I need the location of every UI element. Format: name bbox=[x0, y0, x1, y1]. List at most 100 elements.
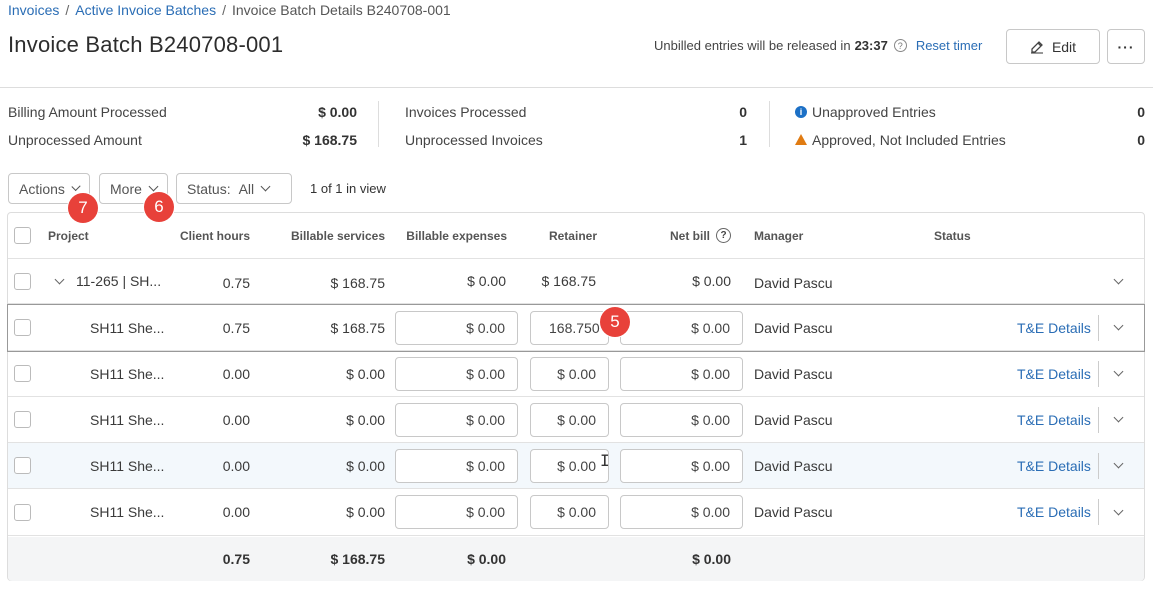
annotation-badge: 6 bbox=[144, 192, 174, 222]
total-billable-expenses: $ 0.00 bbox=[467, 551, 506, 567]
status-filter[interactable]: Status: All bbox=[176, 173, 292, 204]
billable-expenses-input[interactable]: $ 0.00 bbox=[395, 357, 518, 391]
tne-details-link[interactable]: T&E Details bbox=[1017, 489, 1091, 535]
more-options-button[interactable]: ··· bbox=[1107, 29, 1145, 64]
row-checkbox[interactable] bbox=[14, 319, 31, 336]
net-bill-input[interactable]: $ 0.00 bbox=[620, 357, 743, 391]
group-manager: David Pascu bbox=[754, 275, 833, 291]
help-icon[interactable]: ? bbox=[893, 39, 907, 52]
edit-button-label: Edit bbox=[1051, 38, 1077, 55]
tne-details-link[interactable]: T&E Details bbox=[1017, 305, 1091, 350]
status-filter-label: Status: bbox=[187, 180, 231, 197]
breadcrumb-invoices-link[interactable]: Invoices bbox=[8, 2, 59, 18]
expand-row-button[interactable] bbox=[1113, 305, 1124, 350]
summary-divider bbox=[378, 101, 379, 147]
select-all-checkbox[interactable] bbox=[14, 227, 31, 244]
summary-label: Unprocessed Amount bbox=[8, 132, 142, 148]
collapse-toggle[interactable] bbox=[54, 259, 65, 303]
chevron-down-icon bbox=[71, 181, 81, 192]
header-status[interactable]: Status bbox=[934, 213, 971, 258]
table-row[interactable]: SH11 She... 0.75 $ 168.75 $ 0.00 168.750… bbox=[7, 304, 1145, 352]
edit-icon bbox=[1030, 40, 1043, 54]
total-billable-services: $ 168.75 bbox=[330, 551, 386, 567]
tne-details-link[interactable]: T&E Details bbox=[1017, 443, 1091, 488]
row-checkbox[interactable] bbox=[14, 411, 31, 428]
expand-row-button[interactable] bbox=[1113, 351, 1124, 396]
row-divider bbox=[1098, 315, 1099, 341]
row-checkbox[interactable] bbox=[14, 365, 31, 382]
summary-label-wrap: i Unapproved Entries bbox=[795, 104, 936, 120]
row-checkbox[interactable] bbox=[14, 457, 31, 474]
table-row[interactable]: SH11 She... 0.00 $ 0.00 $ 0.00 $ 0.00 $ … bbox=[8, 351, 1144, 397]
table-totals-row: 0.75 $ 168.75 $ 0.00 $ 0.00 bbox=[8, 537, 1144, 581]
row-client-hours: 0.00 bbox=[222, 504, 250, 520]
net-bill-input[interactable]: $ 0.00 bbox=[620, 449, 743, 483]
header-divider bbox=[0, 87, 1153, 88]
retainer-input[interactable]: $ 0.00 bbox=[530, 403, 609, 437]
expand-row-button[interactable] bbox=[1113, 443, 1124, 488]
header-manager[interactable]: Manager bbox=[754, 213, 803, 258]
row-checkbox[interactable] bbox=[14, 503, 31, 521]
more-label: More bbox=[110, 180, 142, 197]
row-checkbox-cell bbox=[14, 259, 31, 303]
group-retainer: $ 168.75 bbox=[541, 273, 597, 289]
row-divider bbox=[1098, 499, 1099, 525]
warning-icon bbox=[795, 133, 807, 145]
row-billable-services: $ 0.00 bbox=[346, 411, 385, 428]
net-bill-input[interactable]: $ 0.00 bbox=[620, 403, 743, 437]
summary-row: Billing Amount Processed $ 0.00 bbox=[8, 98, 357, 126]
actions-label: Actions bbox=[19, 180, 65, 197]
breadcrumb-active-batches-link[interactable]: Active Invoice Batches bbox=[75, 2, 216, 18]
row-checkbox-cell bbox=[14, 305, 31, 350]
row-checkbox[interactable] bbox=[14, 272, 31, 290]
row-client-hours: 0.75 bbox=[222, 319, 250, 336]
group-billable-services: $ 168.75 bbox=[330, 275, 386, 291]
retainer-input[interactable]: 168.750 bbox=[530, 311, 609, 345]
edit-button[interactable]: Edit bbox=[1006, 29, 1100, 64]
table-row[interactable]: SH11 She... 0.00 $ 0.00 $ 0.00 $ 0.00 $ … bbox=[8, 489, 1144, 536]
breadcrumb-separator: / bbox=[222, 2, 226, 18]
breadcrumb-current: Invoice Batch Details B240708-001 bbox=[232, 2, 451, 18]
reset-timer-link[interactable]: Reset timer bbox=[916, 38, 982, 53]
retainer-input[interactable]: $ 0.00 bbox=[530, 357, 609, 391]
net-bill-input[interactable]: $ 0.00 bbox=[620, 495, 743, 529]
summary-row: i Unapproved Entries 0 bbox=[795, 98, 1145, 126]
table-row[interactable]: SH11 She... 0.00 $ 0.00 $ 0.00 $ 0.00 $ … bbox=[8, 443, 1144, 489]
info-icon: i bbox=[795, 106, 807, 118]
table-row[interactable]: SH11 She... 0.00 $ 0.00 $ 0.00 $ 0.00 $ … bbox=[8, 397, 1144, 443]
total-net-bill: $ 0.00 bbox=[692, 551, 731, 567]
summary-value: $ 0.00 bbox=[318, 104, 357, 120]
header-retainer[interactable]: Retainer bbox=[528, 213, 597, 258]
group-client-hours: 0.75 bbox=[222, 275, 250, 291]
header-net-bill[interactable]: Net bill bbox=[670, 229, 710, 243]
help-icon[interactable]: ? bbox=[716, 228, 731, 243]
billable-expenses-input[interactable]: $ 0.00 bbox=[395, 311, 518, 345]
tne-details-link[interactable]: T&E Details bbox=[1017, 351, 1091, 396]
row-manager: David Pascu bbox=[754, 457, 833, 474]
billable-expenses-input[interactable]: $ 0.00 bbox=[395, 403, 518, 437]
chevron-down-icon bbox=[1113, 412, 1124, 423]
billable-expenses-input[interactable]: $ 0.00 bbox=[395, 495, 518, 529]
retainer-input[interactable]: $ 0.00 bbox=[530, 495, 609, 529]
header-billable-expenses[interactable]: Billable expenses bbox=[398, 213, 507, 258]
expand-row-button[interactable] bbox=[1113, 259, 1124, 303]
group-billable-expenses: $ 0.00 bbox=[467, 273, 506, 289]
expand-row-button[interactable] bbox=[1113, 489, 1124, 535]
chevron-down-icon bbox=[148, 181, 159, 192]
breadcrumb: Invoices / Active Invoice Batches / Invo… bbox=[8, 2, 451, 18]
row-client-hours: 0.00 bbox=[222, 365, 250, 382]
tne-details-link[interactable]: T&E Details bbox=[1017, 397, 1091, 442]
header-client-hours[interactable]: Client hours bbox=[168, 213, 250, 258]
row-manager: David Pascu bbox=[754, 319, 833, 336]
billable-expenses-input[interactable]: $ 0.00 bbox=[395, 449, 518, 483]
row-project: SH11 She... bbox=[90, 319, 165, 336]
row-manager: David Pascu bbox=[754, 365, 833, 382]
row-project: SH11 She... bbox=[90, 411, 165, 428]
net-bill-input[interactable]: $ 0.00 bbox=[620, 311, 743, 345]
retainer-input[interactable]: $ 0.00 bbox=[530, 449, 609, 483]
expand-row-button[interactable] bbox=[1113, 397, 1124, 442]
row-billable-services: $ 0.00 bbox=[346, 457, 385, 474]
row-checkbox-cell bbox=[14, 351, 31, 396]
row-divider bbox=[1098, 407, 1099, 433]
header-billable-services[interactable]: Billable services bbox=[268, 213, 385, 258]
